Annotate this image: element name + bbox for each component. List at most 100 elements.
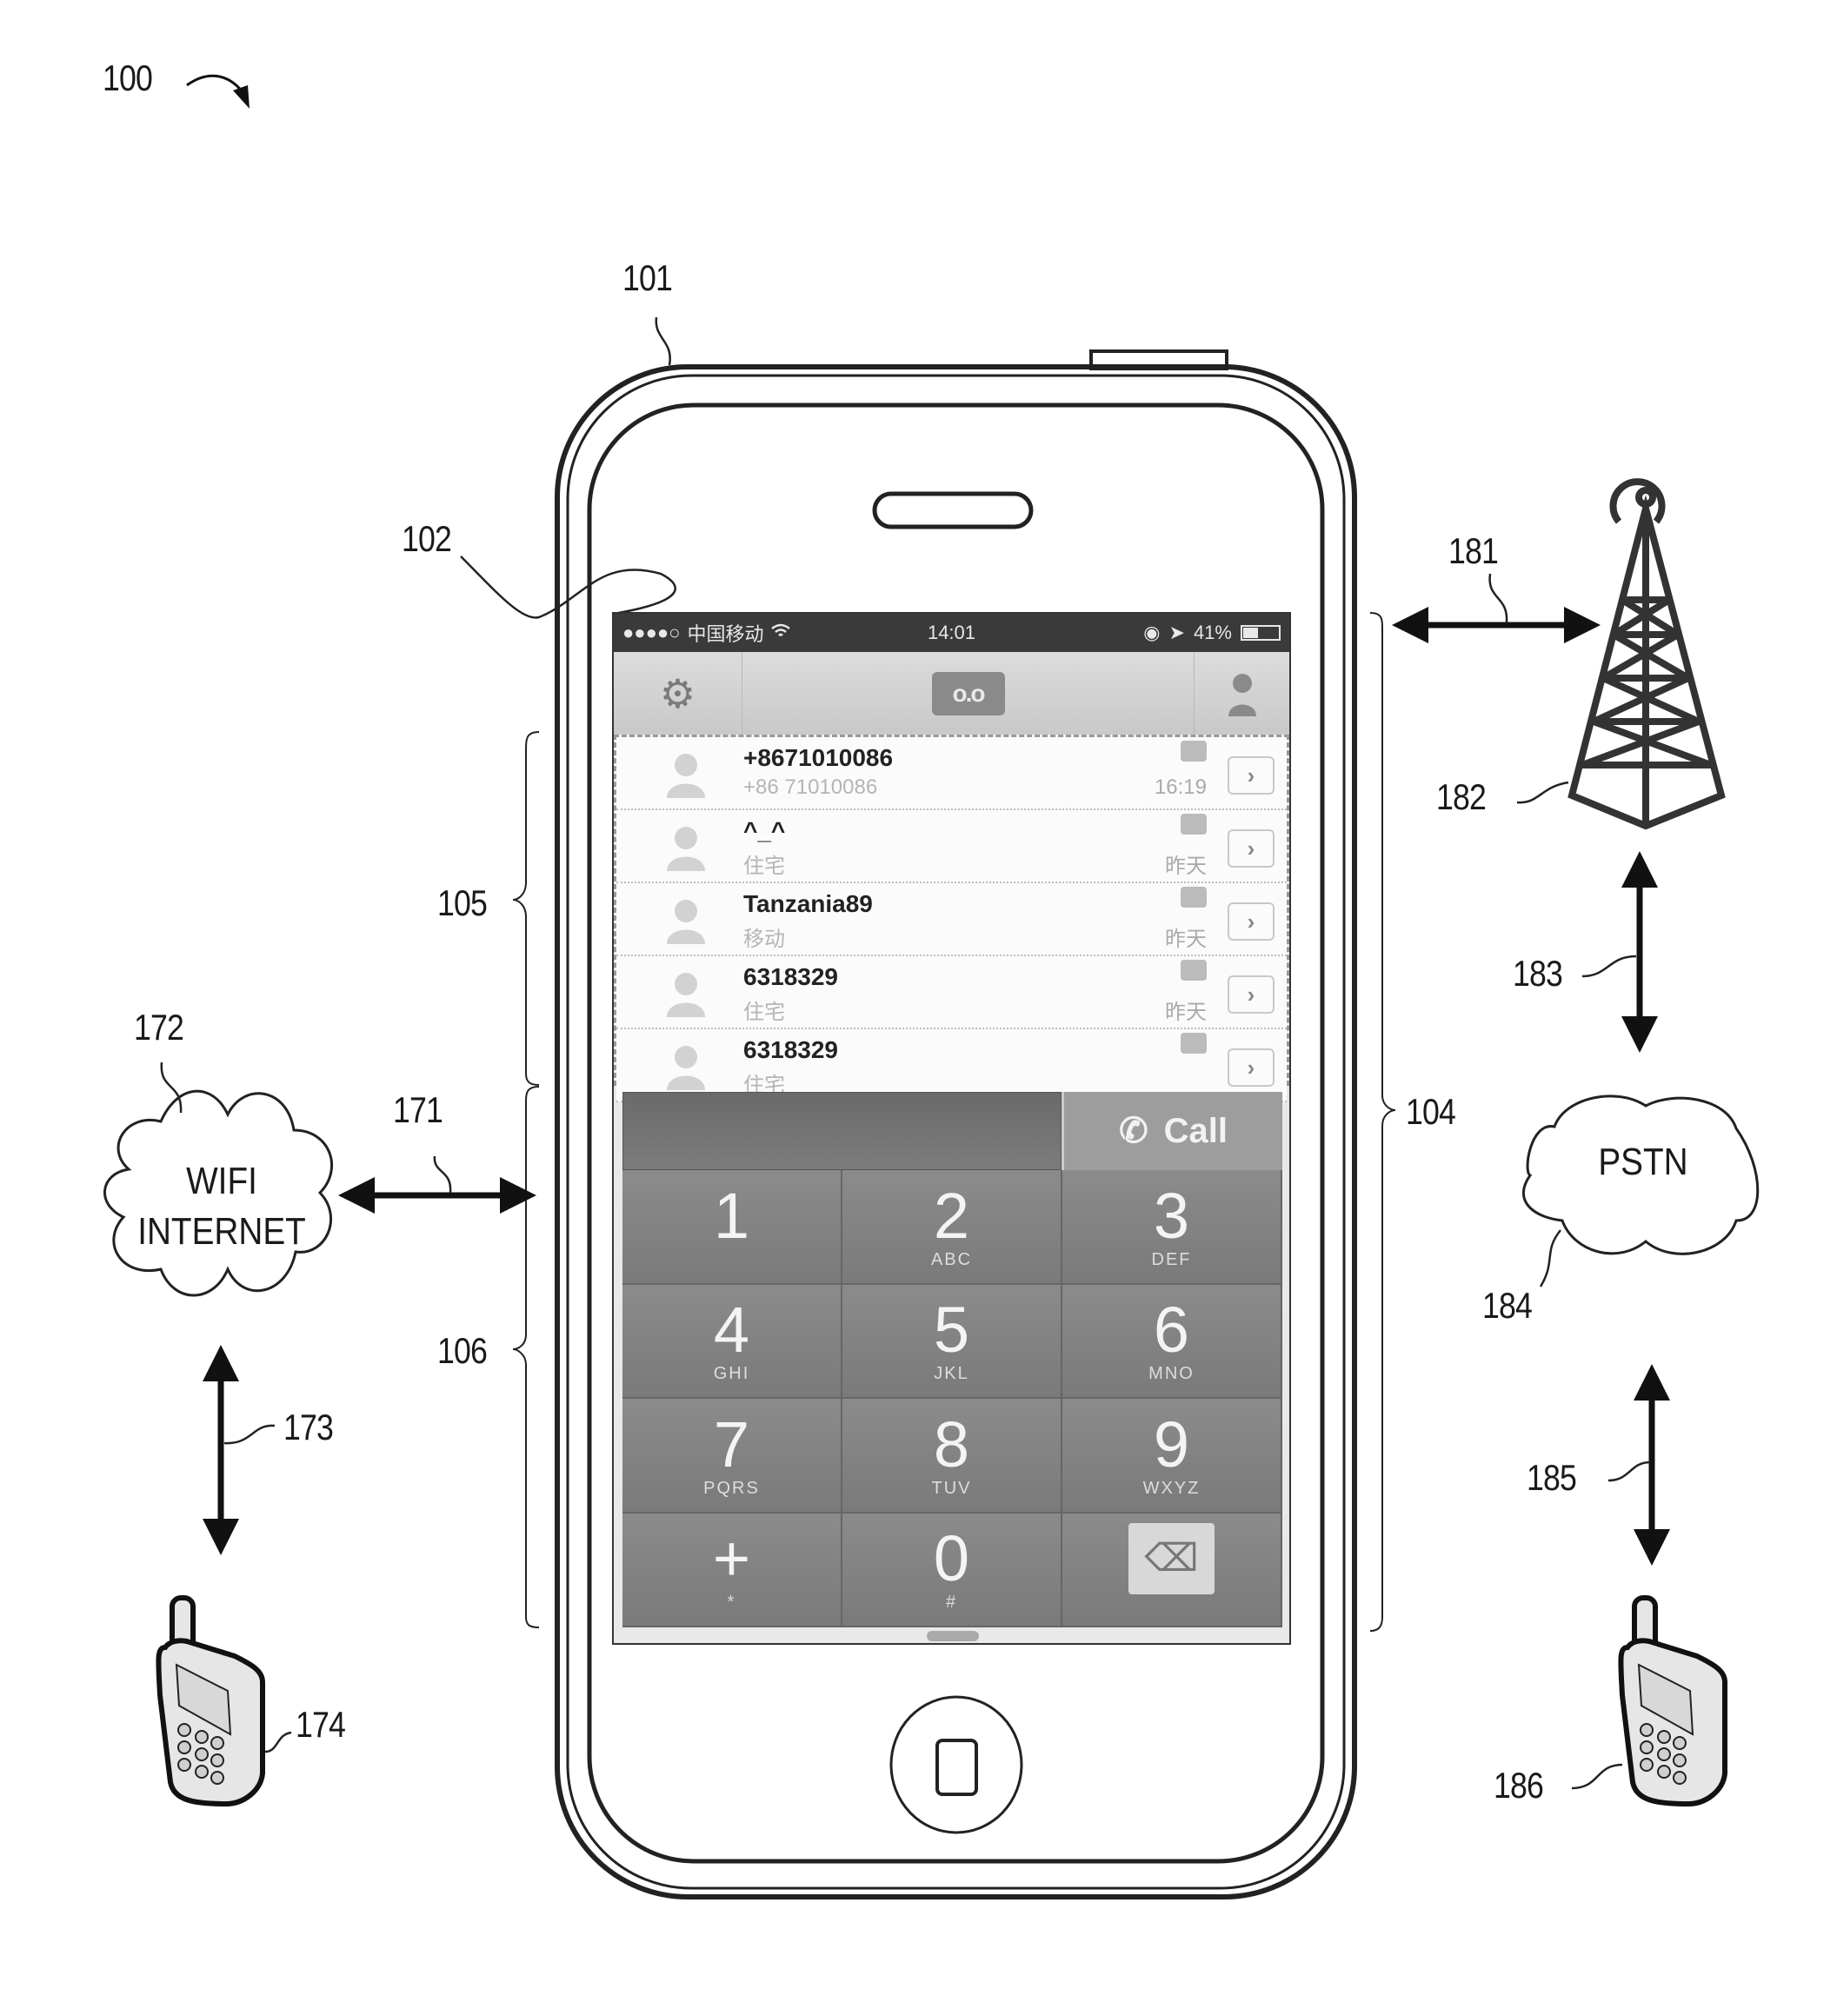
call-history-row[interactable]: +8671010086 +86 71010086 16:19 › — [616, 737, 1287, 810]
bracket-104 — [1369, 612, 1396, 1632]
dial-key[interactable]: 4 GHI — [622, 1284, 842, 1399]
key-digit: 0 — [933, 1522, 970, 1595]
key-letters: PQRS — [703, 1478, 760, 1498]
leader-181 — [1488, 573, 1508, 623]
contact-name: Tanzania89 — [743, 890, 873, 917]
key-digit: 4 — [713, 1294, 750, 1367]
call-history-row[interactable]: 6318329 住宅 昨天 › — [616, 956, 1287, 1029]
ref-100: 100 — [103, 57, 153, 98]
key-digit: 6 — [1153, 1294, 1190, 1367]
contact-avatar-icon — [667, 754, 705, 798]
bracket-106 — [512, 1086, 540, 1628]
key-letters: MNO — [1148, 1364, 1195, 1384]
ref-173: 173 — [283, 1407, 334, 1447]
detail-disclosure-button[interactable]: › — [1228, 975, 1275, 1014]
message-icon[interactable] — [1181, 741, 1207, 762]
dialer-bar: ✆ Call — [622, 1092, 1282, 1170]
message-icon[interactable] — [1181, 887, 1207, 908]
call-history-row[interactable]: Tanzania89 移动 昨天 › — [616, 883, 1287, 956]
message-icon[interactable] — [1181, 1033, 1207, 1054]
phone-handset-icon: ✆ — [1119, 1112, 1148, 1150]
call-history-list[interactable]: +8671010086 +86 71010086 16:19 › ^_^ 住宅 昨天 › Tan… — [614, 735, 1289, 1102]
ref-102: 102 — [402, 518, 452, 559]
call-time: 16:19 — [1154, 775, 1207, 799]
voicemail-glyph: o.o — [952, 679, 986, 707]
dial-key[interactable]: 2 ABC — [842, 1170, 1062, 1285]
call-history-row[interactable]: ^_^ 住宅 昨天 › — [616, 810, 1287, 883]
number-input[interactable] — [622, 1092, 1062, 1170]
figure-pointer-arrowhead — [233, 85, 250, 109]
voicemail-button[interactable]: o.o — [742, 652, 1194, 735]
contact-subtitle: +86 71010086 — [743, 775, 878, 799]
signal-strength-icon: ●●●●○ — [622, 622, 681, 643]
contact-name: ^_^ — [743, 817, 786, 844]
ref-184: 184 — [1482, 1285, 1533, 1326]
earpiece-speaker — [872, 491, 1034, 529]
status-bar: ●●●●○ 中国移动 14:01 ◉ ➤ 41% — [614, 614, 1289, 652]
dial-key[interactable]: 1 — [622, 1170, 842, 1285]
drag-handle[interactable] — [927, 1631, 979, 1641]
bracket-105 — [512, 731, 540, 1086]
ref-185: 185 — [1527, 1457, 1577, 1498]
wifi-cloud-label: WIFI INTERNET — [134, 1156, 309, 1257]
person-icon — [1228, 673, 1256, 716]
ref-104: 104 — [1406, 1091, 1456, 1132]
contact-avatar-icon — [667, 827, 705, 871]
ref-174: 174 — [296, 1704, 346, 1745]
ref-172: 172 — [134, 1007, 184, 1048]
key-digit: 3 — [1153, 1179, 1190, 1252]
wifi-label-line1: WIFI — [186, 1160, 257, 1202]
key-digit: 5 — [933, 1294, 970, 1367]
gear-icon: ⚙ — [659, 670, 696, 716]
ref-183: 183 — [1513, 953, 1563, 994]
key-letters: DEF — [1151, 1249, 1192, 1269]
detail-disclosure-button[interactable]: › — [1228, 756, 1275, 795]
message-icon[interactable] — [1181, 814, 1207, 835]
dial-key[interactable]: 0 # — [842, 1513, 1062, 1627]
contact-subtitle: 住宅 — [743, 855, 785, 878]
call-button[interactable]: ✆ Call — [1062, 1092, 1282, 1170]
detail-disclosure-button[interactable]: › — [1228, 829, 1275, 868]
ref-101: 101 — [622, 257, 673, 298]
contact-name: +8671010086 — [743, 744, 894, 771]
chevron-right-icon: › — [1247, 1054, 1255, 1081]
chevron-right-icon: › — [1247, 762, 1255, 788]
leader-183 — [1581, 955, 1637, 978]
location-arrow-icon: ➤ — [1168, 622, 1185, 643]
contact-avatar-icon — [667, 973, 705, 1017]
backspace-icon: ⌫ — [1128, 1523, 1215, 1595]
dial-key[interactable]: 7 PQRS — [622, 1399, 842, 1514]
dial-key[interactable]: 9 WXYZ — [1062, 1399, 1282, 1514]
backspace-key[interactable]: ⌫ — [1062, 1513, 1282, 1627]
dial-key[interactable]: 6 MNO — [1062, 1284, 1282, 1399]
contact-name: 6318329 — [743, 963, 839, 990]
key-digit: 2 — [933, 1179, 970, 1252]
ref-105: 105 — [437, 882, 488, 923]
settings-button[interactable]: ⚙ — [614, 652, 742, 735]
leader-185 — [1607, 1460, 1651, 1482]
cell-tower — [1567, 478, 1726, 830]
dial-key[interactable]: 5 JKL — [842, 1284, 1062, 1399]
dial-key[interactable]: 8 TUV — [842, 1399, 1062, 1514]
ref-106: 106 — [437, 1330, 488, 1371]
alarm-icon: ◉ — [1143, 622, 1161, 643]
key-letters: JKL — [934, 1364, 969, 1384]
home-button-square — [935, 1739, 978, 1796]
contacts-button[interactable] — [1194, 652, 1289, 735]
battery-icon — [1240, 625, 1281, 641]
key-letters: # — [945, 1593, 958, 1613]
leader-174 — [264, 1731, 292, 1753]
key-letters: ABC — [930, 1249, 973, 1269]
contact-subtitle: 移动 — [743, 928, 785, 951]
call-time: 昨天 — [1165, 928, 1207, 951]
leader-171 — [433, 1155, 452, 1194]
detail-disclosure-button[interactable]: › — [1228, 1048, 1275, 1087]
dial-key[interactable]: + * — [622, 1513, 842, 1627]
message-icon[interactable] — [1181, 960, 1207, 981]
status-time: 14:01 — [927, 622, 976, 643]
dial-key[interactable]: 3 DEF — [1062, 1170, 1282, 1285]
leader-101 — [655, 316, 671, 366]
detail-disclosure-button[interactable]: › — [1228, 902, 1275, 941]
ref-181: 181 — [1448, 530, 1499, 571]
key-letters: TUV — [931, 1478, 972, 1498]
